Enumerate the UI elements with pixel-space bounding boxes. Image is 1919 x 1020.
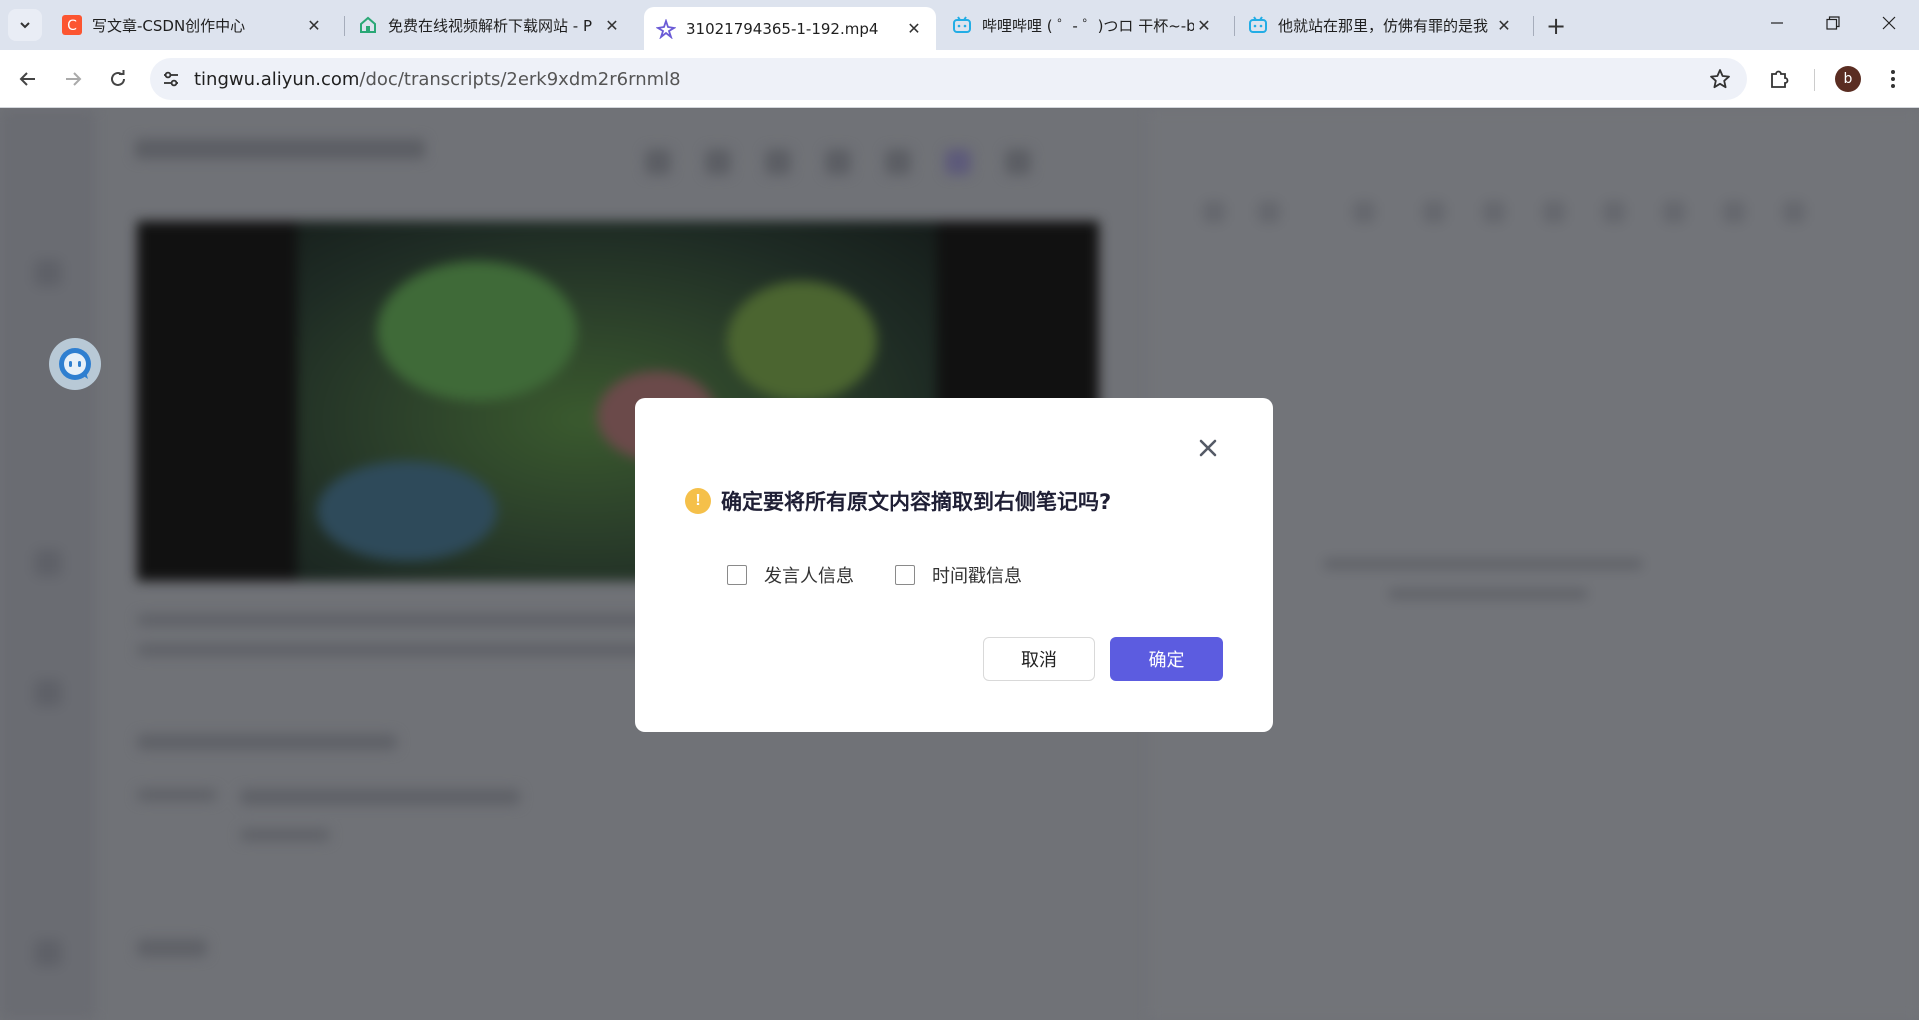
profile-avatar[interactable]: b — [1835, 66, 1861, 92]
tingwu-logo-icon — [656, 18, 676, 39]
url-host: tingwu.aliyun.com — [194, 68, 360, 90]
bilibili-icon — [1248, 15, 1268, 35]
dialog-close-icon[interactable] — [1193, 433, 1223, 463]
rail-icon — [34, 259, 62, 287]
minimize-icon[interactable] — [1750, 0, 1804, 46]
tab-separator — [1234, 16, 1235, 36]
dialog-title-row: ! 确定要将所有原文内容摘取到右侧笔记吗? — [685, 488, 1111, 514]
house-icon — [358, 15, 378, 35]
close-icon[interactable]: ✕ — [602, 15, 622, 35]
back-arrow-icon[interactable] — [10, 61, 46, 97]
tool-icon — [705, 149, 731, 175]
url-path: /doc/transcripts/2erk9xdm2r6rnml8 — [359, 68, 681, 90]
speaker-info-option[interactable]: 发言人信息 — [727, 564, 854, 587]
forward-arrow-icon[interactable] — [55, 61, 91, 97]
reload-icon[interactable] — [100, 61, 136, 97]
timestamp-info-label: 时间戳信息 — [932, 566, 1022, 587]
window-close-icon[interactable] — [1862, 0, 1916, 46]
rail-icon — [34, 679, 62, 707]
confirm-button[interactable]: 确定 — [1110, 637, 1223, 681]
confirm-dialog: ! 确定要将所有原文内容摘取到右侧笔记吗? 发言人信息 时间戳信息 取消 确定 — [635, 398, 1273, 732]
tab-video-parser[interactable]: 免费在线视频解析下载网站 - P ✕ — [346, 7, 634, 43]
kebab-menu-icon[interactable] — [1876, 62, 1910, 96]
address-bar[interactable]: tingwu.aliyun.com/doc/transcripts/2erk9x… — [150, 58, 1747, 100]
warning-icon: ! — [685, 488, 711, 514]
extensions-puzzle-icon[interactable] — [1762, 62, 1796, 96]
csdn-icon: C — [62, 15, 82, 35]
speaker-info-checkbox[interactable] — [727, 565, 747, 585]
close-icon[interactable]: ✕ — [904, 19, 924, 39]
tool-icon — [825, 149, 851, 175]
timestamp-info-option[interactable]: 时间戳信息 — [895, 564, 1022, 587]
tool-icon — [1005, 149, 1031, 175]
tool-icon — [765, 149, 791, 175]
tab-title: 免费在线视频解析下载网站 - P — [388, 16, 592, 35]
close-icon[interactable]: ✕ — [304, 15, 324, 35]
tab-bilibili-2[interactable]: 他就站在那里，仿佛有罪的是我 ✕ — [1236, 7, 1526, 43]
tab-separator — [1533, 16, 1534, 36]
new-tab-plus-icon[interactable]: + — [1540, 10, 1572, 42]
speaker-info-label: 发言人信息 — [764, 566, 854, 587]
bilibili-icon — [952, 15, 972, 35]
toolbar-separator — [1814, 69, 1815, 91]
rail-icon — [34, 939, 62, 967]
close-icon[interactable]: ✕ — [1494, 15, 1514, 35]
browser-toolbar: tingwu.aliyun.com/doc/transcripts/2erk9x… — [0, 50, 1919, 108]
tab-title: 31021794365-1-192.mp4 — [686, 19, 879, 38]
tab-search-chevron-icon[interactable] — [8, 9, 42, 41]
tab-title: 写文章-CSDN创作中心 — [92, 16, 246, 35]
tool-icon — [885, 149, 911, 175]
rail-icon — [34, 549, 62, 577]
tab-csdn[interactable]: C 写文章-CSDN创作中心 ✕ — [50, 7, 336, 43]
tab-mp4-active[interactable]: 31021794365-1-192.mp4 ✕ — [644, 7, 936, 50]
document-title-placeholder — [135, 139, 425, 159]
tab-title: 哔哩哔哩 ( ゜- ゜)つロ 干杯~-bi — [982, 16, 1194, 35]
assistant-bot-icon[interactable] — [49, 338, 101, 390]
tab-separator — [344, 16, 345, 36]
tab-strip: C 写文章-CSDN创作中心 ✕ 免费在线视频解析下载网站 - P ✕ 3102… — [0, 0, 1919, 50]
left-rail — [0, 109, 95, 1020]
cancel-button[interactable]: 取消 — [983, 637, 1095, 681]
tool-icon — [645, 149, 671, 175]
tab-bilibili-1[interactable]: 哔哩哔哩 ( ゜- ゜)つロ 干杯~-bi ✕ — [940, 7, 1226, 43]
site-settings-icon[interactable] — [150, 58, 192, 100]
timestamp-info-checkbox[interactable] — [895, 565, 915, 585]
tool-icon — [945, 149, 971, 175]
svg-text:C: C — [67, 18, 77, 34]
bookmark-star-icon[interactable] — [1709, 68, 1731, 90]
close-icon[interactable]: ✕ — [1194, 15, 1214, 35]
tab-title: 他就站在那里，仿佛有罪的是我 — [1278, 16, 1489, 35]
url-text: tingwu.aliyun.com/doc/transcripts/2erk9x… — [194, 69, 681, 90]
dialog-title: 确定要将所有原文内容摘取到右侧笔记吗? — [721, 490, 1112, 514]
restore-icon[interactable] — [1806, 0, 1860, 46]
